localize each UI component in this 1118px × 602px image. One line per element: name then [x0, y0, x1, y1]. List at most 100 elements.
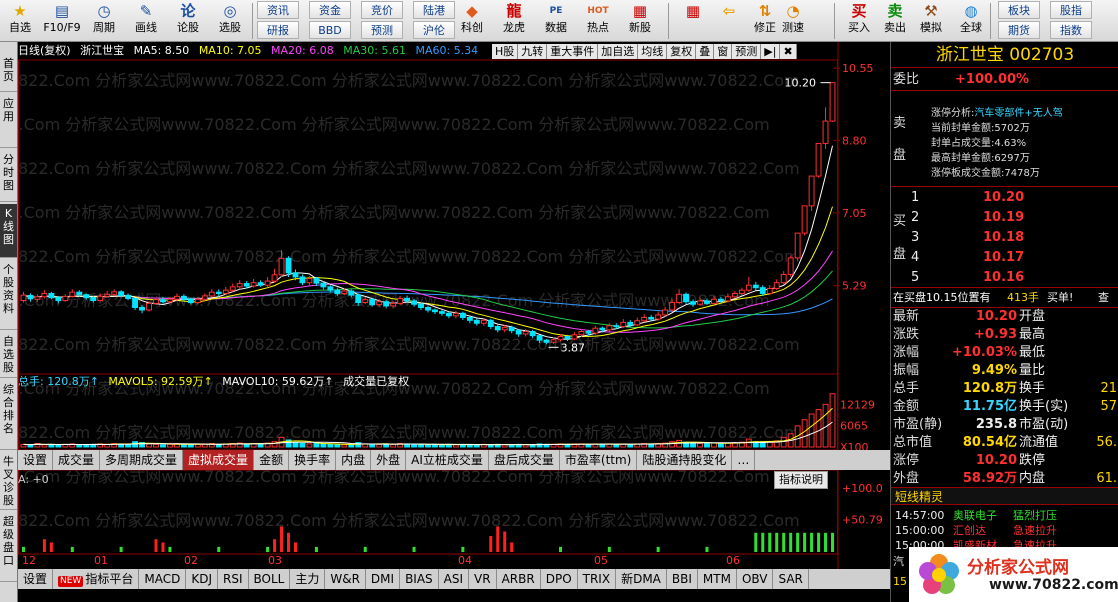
volume-tab-0[interactable]: 设置 [18, 450, 54, 470]
toolbar-button-1[interactable]: ▤ F10/F9 [42, 1, 82, 41]
indicator-tab-7[interactable]: W&R [325, 569, 366, 589]
toolbar-button-0[interactable]: ★ 自选 [0, 1, 40, 41]
toolbar-button-4[interactable]: 论论股 [168, 1, 208, 41]
toolbar-link-top-1[interactable]: 资金 [309, 1, 351, 19]
left-tab-5[interactable]: 自选股 [0, 332, 17, 378]
indicator-tab-18[interactable]: OBV [737, 569, 774, 589]
quote-stat-row: 外盘 58.92万 内盘 61. [891, 470, 1118, 488]
short-line-row[interactable]: 15:00:00 汇创达 急速拉升 [891, 523, 1118, 539]
toolbar-button-17[interactable]: ⚒ 模拟 [914, 1, 948, 41]
buy-level-row[interactable]: 2 10.19 [891, 208, 1118, 227]
short-line-row[interactable]: 14:57:00 奥联电子 猛烈打压 [891, 508, 1118, 524]
toolbar-link-bottom-1[interactable]: BBD [309, 21, 351, 39]
indicator-tab-8[interactable]: DMI [366, 569, 401, 589]
chart-menu-item-4[interactable]: 均线 [638, 44, 668, 59]
toolbar-market-bottom-0[interactable]: 期货 [998, 21, 1040, 39]
toolbar-link-top-0[interactable]: 资讯 [257, 1, 299, 19]
volume-tab-2[interactable]: 多周期成交量 [100, 450, 184, 470]
toolbar-icon-0-icon: ★ [13, 2, 27, 20]
toolbar-link-bottom-3[interactable]: 沪伦 [413, 21, 455, 39]
indicator-tab-9[interactable]: BIAS [400, 569, 439, 589]
indicator-tab-4[interactable]: RSI [218, 569, 249, 589]
indicator-tab-11[interactable]: VR [469, 569, 497, 589]
chart-menu-item-8[interactable]: 预测 [732, 44, 762, 59]
toolbar-button-11[interactable]: ▦ [676, 1, 710, 41]
indicator-tab-13[interactable]: DPO [541, 569, 578, 589]
volume-tab-4[interactable]: 金额 [254, 450, 290, 470]
toolbar-button-6[interactable]: ◆ 科创 [452, 1, 492, 41]
toolbar-link-top-2[interactable]: 竞价 [361, 1, 403, 19]
buy-level-row[interactable]: 1 10.20 [891, 188, 1118, 207]
toolbar-button-14[interactable]: ◔ 测速 [776, 1, 810, 41]
volume-tab-8[interactable]: AI立桩成交量 [406, 450, 489, 470]
indicator-tab-6[interactable]: 主力 [290, 569, 326, 589]
volume-tab-3[interactable]: 虚拟成交量 [183, 450, 255, 470]
volume-tab-7[interactable]: 外盘 [371, 450, 407, 470]
left-tab-4[interactable]: 个股资料 [0, 260, 17, 330]
kline-chart[interactable]: 822.Com 分析家公式网www.70822.Com 分析家公式网www.70… [18, 42, 890, 602]
left-tab-6[interactable]: 综合排名 [0, 380, 17, 450]
toolbar-link-top-3[interactable]: 陆港 [413, 1, 455, 19]
chart-menu-item-7[interactable]: 窗 [714, 44, 733, 59]
indicator-tab-2[interactable]: MACD [139, 569, 187, 589]
toolbar-market-bottom-1[interactable]: 指数 [1050, 21, 1092, 39]
chart-menu-item-2[interactable]: 重大事件 [547, 44, 599, 59]
toolbar-button-12[interactable]: ⇦ [712, 1, 746, 41]
limit-sector[interactable]: 汽车零部件+无人驾 [974, 108, 1062, 119]
toolbar-button-18[interactable]: ◍ 全球 [954, 1, 988, 41]
toolbar-market-top-1[interactable]: 股指 [1050, 1, 1092, 19]
toolbar-button-3[interactable]: ✎ 画线 [126, 1, 166, 41]
toolbar-button-8[interactable]: PE 数据 [536, 1, 576, 41]
indicator-explain-button[interactable]: 指标说明 [774, 471, 828, 489]
left-tab-1[interactable]: 应用 [0, 94, 17, 148]
indicator-tab-10[interactable]: ASI [439, 569, 470, 589]
buy-level-row[interactable]: 5 10.16 [891, 268, 1118, 287]
buy-level-row[interactable]: 4 10.17 [891, 248, 1118, 267]
buy-level-row[interactable]: 3 10.18 [891, 228, 1118, 247]
toolbar-button-16[interactable]: 卖卖出 [878, 1, 912, 41]
price-axis-label: 5.29 [842, 280, 867, 293]
position-more[interactable]: 查 [1098, 288, 1109, 307]
volume-tab-6[interactable]: 内盘 [336, 450, 372, 470]
left-tab-8[interactable]: 超级盘口 [0, 512, 17, 582]
volume-tab-5[interactable]: 换手率 [289, 450, 337, 470]
volume-tab-1[interactable]: 成交量 [53, 450, 101, 470]
short-line-title[interactable]: 短线精灵 [891, 487, 1118, 505]
indicator-tab-3[interactable]: KDJ [186, 569, 218, 589]
volume-tab-12[interactable]: … [732, 450, 756, 470]
chart-menu-item-10[interactable]: ✖ [780, 44, 797, 59]
toolbar-button-15[interactable]: 买买入 [842, 1, 876, 41]
indicator-tab-17[interactable]: MTM [698, 569, 737, 589]
toolbar-market-top-0[interactable]: 板块 [998, 1, 1040, 19]
toolbar-link-bottom-2[interactable]: 预测 [361, 21, 403, 39]
indicator-tab-16[interactable]: BBI [667, 569, 698, 589]
chart-menu-item-5[interactable]: 复权 [667, 44, 697, 59]
toolbar-button-5[interactable]: ◎ 选股 [210, 1, 250, 41]
chart-menu-item-3[interactable]: 加自选 [598, 44, 639, 59]
chart-menu-item-6[interactable]: 叠 [696, 44, 715, 59]
chart-menu-item-1[interactable]: 九转 [518, 44, 548, 59]
toolbar-icon-9-icon: HOT [587, 6, 609, 16]
left-tab-3[interactable]: K线图 [0, 204, 17, 258]
volume-tab-10[interactable]: 市盈率(ttm) [560, 450, 638, 470]
chart-menu-item-9[interactable]: ▶| [761, 44, 781, 59]
toolbar-button-10[interactable]: ▦ 新股 [620, 1, 660, 41]
toolbar-button-7[interactable]: 龍龙虎 [494, 1, 534, 41]
chart-menu-item-0[interactable]: H股 [492, 44, 519, 59]
left-tab-2[interactable]: 分时图 [0, 150, 17, 202]
indicator-tab-19[interactable]: SAR [773, 569, 809, 589]
toolbar-button-2[interactable]: ◷ 周期 [84, 1, 124, 41]
left-tab-7[interactable]: 牛叉诊股 [0, 452, 17, 510]
toolbar-button-9[interactable]: HOT 热点 [578, 1, 618, 41]
volume-bar [780, 436, 787, 448]
left-tab-0[interactable]: 首页 [0, 54, 17, 92]
indicator-tab-15[interactable]: 新DMA [616, 569, 667, 589]
indicator-tab-12[interactable]: ARBR [497, 569, 541, 589]
indicator-tab-5[interactable]: BOLL [249, 569, 291, 589]
toolbar-link-bottom-0[interactable]: 研报 [257, 21, 299, 39]
indicator-tab-14[interactable]: TRIX [578, 569, 617, 589]
volume-tab-11[interactable]: 陆股通持股变化 [637, 450, 733, 470]
indicator-tab-0[interactable]: 设置 [18, 569, 54, 589]
volume-tab-9[interactable]: 盘后成交量 [489, 450, 560, 470]
indicator-tab-1[interactable]: NEW 指标平台 [53, 569, 140, 589]
